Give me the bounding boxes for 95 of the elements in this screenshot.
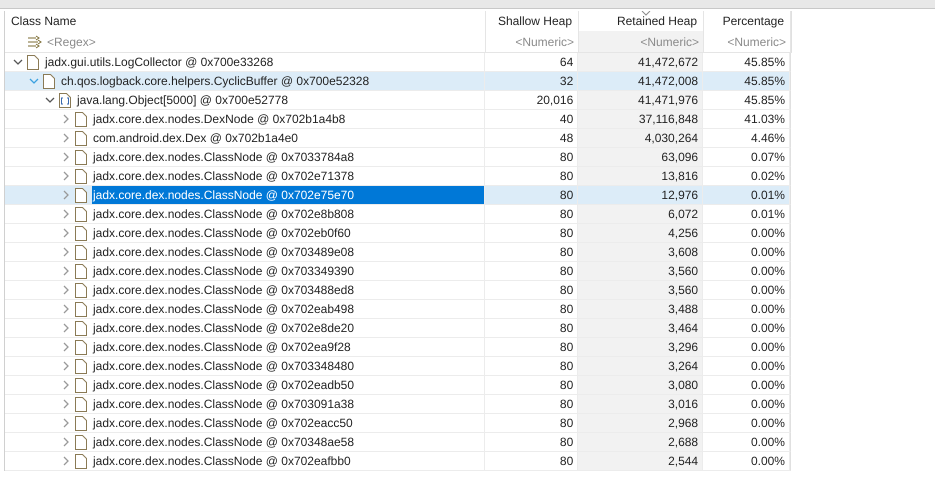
file-icon xyxy=(75,206,87,222)
retained-heap-cell: 2,688 xyxy=(578,433,704,451)
percentage-cell: 0.00% xyxy=(703,433,790,451)
object-name[interactable]: jadx.core.dex.nodes.ClassNode @ 0x702eb0f60 xyxy=(92,224,480,242)
percentage-cell: 0.00% xyxy=(703,281,790,299)
file-icon xyxy=(75,340,87,354)
file-icon xyxy=(43,74,55,88)
retained-heap-cell: 3,560 xyxy=(578,281,704,299)
object-name[interactable]: jadx.core.dex.nodes.ClassNode @ 0x702eab498 xyxy=(92,300,480,318)
percentage-cell: 0.01% xyxy=(703,186,790,204)
object-name[interactable]: jadx.core.dex.nodes.ClassNode @ 0x702e8b808 xyxy=(92,205,480,223)
object-name[interactable]: jadx.core.dex.nodes.DexNode @ 0x702b1a4b8 xyxy=(92,110,480,128)
file-icon xyxy=(75,378,87,392)
object-name[interactable]: jadx.core.dex.nodes.ClassNode @ 0x703348480 xyxy=(92,357,480,375)
percentage-cell: 45.85% xyxy=(703,53,790,71)
percentage-cell: 41.03% xyxy=(703,110,790,128)
percentage-cell: 0.00% xyxy=(703,300,790,318)
object-name[interactable]: jadx.core.dex.nodes.ClassNode @ 0x702e71378 xyxy=(92,167,480,185)
percentage-cell: 0.00% xyxy=(703,452,790,470)
retained-heap-cell: 41,472,008 xyxy=(578,72,704,90)
object-name[interactable]: jadx.core.dex.nodes.ClassNode @ 0x7033784a8 xyxy=(92,148,480,166)
retained-heap-cell: 41,471,976 xyxy=(578,91,704,109)
retained-heap-cell: 63,096 xyxy=(578,148,704,166)
retained-heap-cell: 4,030,264 xyxy=(578,129,704,147)
file-icon xyxy=(75,396,87,412)
retained-heap-cell: 6,072 xyxy=(578,205,704,223)
file-icon xyxy=(75,416,87,430)
array-icon xyxy=(59,92,71,108)
object-name[interactable]: jadx.core.dex.nodes.ClassNode @ 0x702ea9f28 xyxy=(92,338,480,356)
object-name[interactable]: jadx.core.dex.nodes.ClassNode @ 0x702eafbb0 xyxy=(92,452,480,470)
retained-heap-cell: 3,016 xyxy=(578,395,704,413)
file-icon xyxy=(75,188,87,202)
percentage-cell: 0.00% xyxy=(703,224,790,242)
retained-heap-cell: 3,296 xyxy=(578,338,704,356)
percentage-cell: 0.00% xyxy=(703,243,790,261)
file-icon xyxy=(75,168,87,184)
file-icon xyxy=(75,150,87,164)
file-icon xyxy=(75,454,87,468)
percentage-cell: 0.00% xyxy=(703,357,790,375)
retained-heap-cell: 3,080 xyxy=(578,376,704,394)
retained-heap-cell: 3,488 xyxy=(578,300,704,318)
object-name[interactable]: jadx.core.dex.nodes.ClassNode @ 0x702e8de20 xyxy=(92,319,480,337)
retained-heap-cell: 3,264 xyxy=(578,357,704,375)
file-icon xyxy=(75,302,87,316)
retained-heap-cell: 2,968 xyxy=(578,414,704,432)
object-name[interactable]: java.lang.Object[5000] @ 0x700e52778 xyxy=(76,91,480,109)
percentage-cell: 0.00% xyxy=(703,395,790,413)
object-name[interactable]: jadx.core.dex.nodes.ClassNode @ 0x703488ed8 xyxy=(92,281,480,299)
retained-heap-cell: 2,544 xyxy=(578,452,704,470)
percentage-cell: 0.00% xyxy=(703,376,790,394)
percentage-cell: 0.00% xyxy=(703,414,790,432)
percentage-cell: 0.00% xyxy=(703,319,790,337)
column-header[interactable]: Class Name xyxy=(5,11,486,31)
column-header[interactable]: Percentage xyxy=(704,11,791,31)
file-icon xyxy=(75,244,87,260)
filter-icon[interactable] xyxy=(27,34,43,48)
object-name[interactable]: jadx.core.dex.nodes.ClassNode @ 0x703489e08 xyxy=(92,243,480,261)
retained-heap-cell: 3,560 xyxy=(578,262,704,280)
percentage-cell: 45.85% xyxy=(703,91,790,109)
object-name[interactable]: jadx.gui.utils.LogCollector @ 0x700e33268 xyxy=(44,53,480,71)
shallow-heap-cell: 32 xyxy=(485,72,578,90)
percentage-cell: 0.07% xyxy=(703,148,790,166)
object-name[interactable]: ch.qos.logback.core.helpers.CyclicBuffer @ 0x700e52328 xyxy=(60,72,480,90)
file-icon xyxy=(75,320,87,336)
percentage-cell: 0.00% xyxy=(703,338,790,356)
file-icon xyxy=(75,282,87,298)
file-icon xyxy=(75,434,87,450)
percentage-cell: 0.01% xyxy=(703,205,790,223)
column-header[interactable]: Shallow Heap xyxy=(486,11,579,31)
retained-heap-cell: 3,464 xyxy=(578,319,704,337)
file-icon xyxy=(75,264,87,278)
retained-heap-cell: 4,256 xyxy=(578,224,704,242)
object-name[interactable]: com.android.dex.Dex @ 0x702b1a4e0 xyxy=(92,129,480,147)
file-icon xyxy=(75,226,87,240)
object-name[interactable]: jadx.core.dex.nodes.ClassNode @ 0x70348ae58 xyxy=(92,433,480,451)
file-icon xyxy=(27,54,39,70)
retained-heap-cell: 37,116,848 xyxy=(578,110,704,128)
object-name[interactable]: jadx.core.dex.nodes.ClassNode @ 0x702e75e70 xyxy=(92,186,484,204)
retained-heap-cell: 13,816 xyxy=(578,167,704,185)
file-icon xyxy=(75,130,87,146)
sort-indicator-icon xyxy=(641,11,651,16)
percentage-cell: 4.46% xyxy=(703,129,790,147)
file-icon xyxy=(75,112,87,126)
object-name[interactable]: jadx.core.dex.nodes.ClassNode @ 0x702eacc50 xyxy=(92,414,480,432)
percentage-cell: 45.85% xyxy=(703,72,790,90)
object-name[interactable]: jadx.core.dex.nodes.ClassNode @ 0x703091a38 xyxy=(92,395,480,413)
object-name[interactable]: jadx.core.dex.nodes.ClassNode @ 0x702eadb50 xyxy=(92,376,480,394)
file-icon xyxy=(75,358,87,374)
retained-heap-cell: 3,608 xyxy=(578,243,704,261)
object-name[interactable]: jadx.core.dex.nodes.ClassNode @ 0x703349390 xyxy=(92,262,480,280)
retained-heap-cell: 12,976 xyxy=(578,186,704,204)
percentage-cell: 0.00% xyxy=(703,262,790,280)
percentage-cell: 0.02% xyxy=(703,167,790,185)
retained-heap-cell: 41,472,672 xyxy=(578,53,704,71)
shallow-heap-cell: 80 xyxy=(485,186,578,204)
